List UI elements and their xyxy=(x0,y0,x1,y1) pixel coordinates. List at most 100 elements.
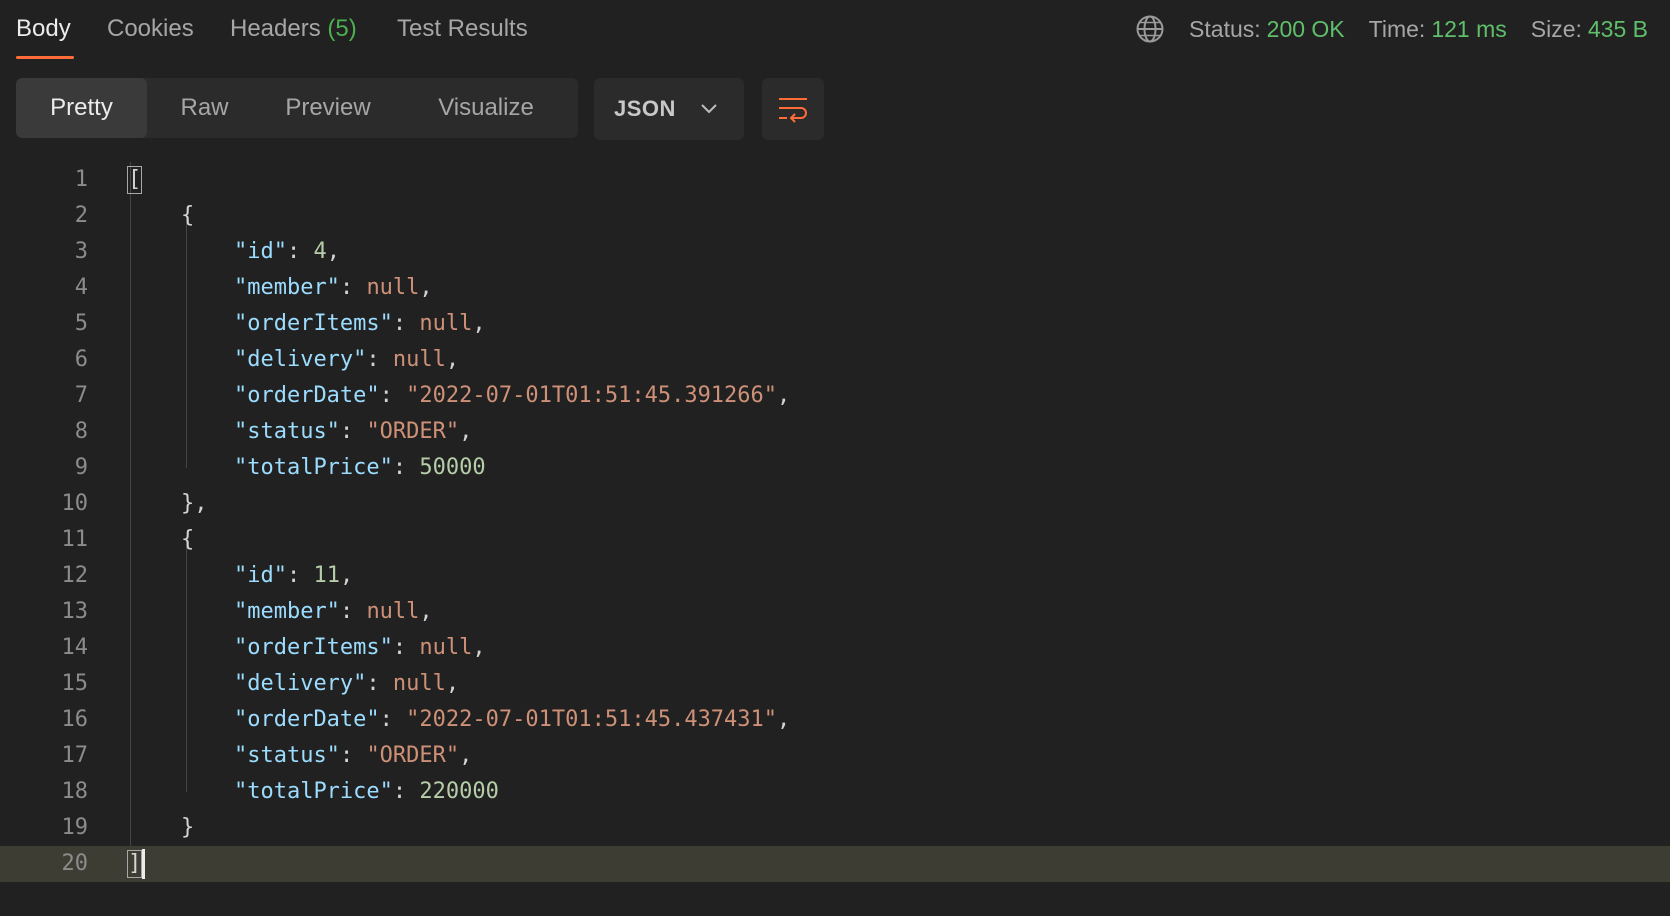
code-token: , xyxy=(339,563,354,588)
code-line[interactable]: 16 "orderDate": "2022-07-01T01:51:45.437… xyxy=(0,702,1670,738)
code-token: , xyxy=(472,311,486,336)
code-token: "delivery" xyxy=(233,671,367,696)
code-token: : xyxy=(286,239,314,264)
code-line[interactable]: 6 "delivery": null, xyxy=(0,342,1670,378)
view-mode-visualize[interactable]: Visualize xyxy=(394,78,578,138)
code-line[interactable]: 14 "orderItems": null, xyxy=(0,630,1670,666)
code-line[interactable]: 5 "orderItems": null, xyxy=(0,306,1670,342)
code-line[interactable]: 17 "status": "ORDER", xyxy=(0,738,1670,774)
code-token: , xyxy=(777,707,791,732)
view-mode-preview[interactable]: Preview xyxy=(262,78,394,138)
code-token: null xyxy=(366,599,420,624)
view-mode-pretty[interactable]: Pretty xyxy=(16,78,147,138)
line-number: 17 xyxy=(61,743,89,768)
tab-test-results[interactable]: Test Results xyxy=(397,14,528,44)
line-number: 8 xyxy=(74,419,88,444)
tab-headers-label: Headers xyxy=(230,15,321,42)
headers-count-badge: (5) xyxy=(327,15,357,42)
code-token: null xyxy=(419,311,473,336)
matched-bracket: ] xyxy=(126,850,143,878)
code-text: "status": "ORDER", xyxy=(128,738,472,774)
response-body-editor[interactable]: 1[2 {3 "id": 4, 4 "member": null, 5 "order… xyxy=(0,162,1670,882)
code-line[interactable]: 12 "id": 11, xyxy=(0,558,1670,594)
matched-bracket: [ xyxy=(126,166,143,194)
code-text: "orderItems": null, xyxy=(128,306,486,342)
code-line[interactable]: 18 "totalPrice": 220000 xyxy=(0,774,1670,810)
code-token: "id" xyxy=(233,563,287,588)
response-tabbar: Body Cookies Headers (5) Test Results St… xyxy=(0,0,1670,62)
line-number: 20 xyxy=(61,851,89,876)
tab-body[interactable]: Body xyxy=(16,14,71,44)
code-line[interactable]: 8 "status": "ORDER", xyxy=(0,414,1670,450)
code-token: : xyxy=(366,347,393,372)
code-token: "id" xyxy=(233,239,287,264)
code-line[interactable]: 19 } xyxy=(0,810,1670,846)
line-number: 5 xyxy=(74,311,88,336)
line-number: 12 xyxy=(61,563,89,588)
globe-icon[interactable] xyxy=(1135,14,1165,44)
code-token: : xyxy=(339,599,367,624)
code-text: "delivery": null, xyxy=(128,342,459,378)
code-token: "ORDER" xyxy=(366,743,460,768)
code-line[interactable]: 15 "delivery": null, xyxy=(0,666,1670,702)
tab-body-label: Body xyxy=(16,15,71,42)
status-value[interactable]: 200 OK xyxy=(1267,14,1345,44)
code-line[interactable]: 10 }, xyxy=(0,486,1670,522)
code-token: null xyxy=(419,635,473,660)
code-token: : xyxy=(392,779,420,804)
tab-headers[interactable]: Headers (5) xyxy=(230,14,357,44)
line-number: 10 xyxy=(61,491,89,516)
format-select[interactable]: JSON xyxy=(594,78,744,140)
code-line[interactable]: 7 "orderDate": "2022-07-01T01:51:45.3912… xyxy=(0,378,1670,414)
code-text: "member": null, xyxy=(128,270,433,306)
code-token: : xyxy=(286,563,314,588)
line-number: 1 xyxy=(74,167,88,192)
tab-cookies[interactable]: Cookies xyxy=(107,14,194,44)
code-text: "orderDate": "2022-07-01T01:51:45.437431… xyxy=(128,702,790,738)
code-token: , xyxy=(459,419,473,444)
code-text: }, xyxy=(128,486,208,522)
code-text: "member": null, xyxy=(128,594,433,630)
size-value[interactable]: 435 B xyxy=(1588,14,1648,44)
line-number: 11 xyxy=(61,527,89,552)
wrap-lines-button[interactable] xyxy=(762,78,824,140)
code-token: "member" xyxy=(233,599,340,624)
code-token: , xyxy=(326,239,340,264)
line-number: 13 xyxy=(61,599,89,624)
line-number: 2 xyxy=(74,203,88,228)
code-token: : xyxy=(392,635,420,660)
code-text: "orderItems": null, xyxy=(128,630,486,666)
view-mode-raw[interactable]: Raw xyxy=(147,78,262,138)
time-value[interactable]: 121 ms xyxy=(1431,14,1506,44)
code-line[interactable]: 1[ xyxy=(0,162,1670,198)
line-number: 16 xyxy=(61,707,89,732)
code-text: { xyxy=(128,522,194,558)
code-token: : xyxy=(392,311,420,336)
code-line[interactable]: 2 { xyxy=(0,198,1670,234)
code-token: "totalPrice" xyxy=(233,455,393,480)
code-token: "status" xyxy=(233,419,340,444)
code-token: null xyxy=(392,671,446,696)
line-number: 6 xyxy=(74,347,88,372)
code-token: : xyxy=(339,275,367,300)
code-line[interactable]: 13 "member": null, xyxy=(0,594,1670,630)
code-line[interactable]: 4 "member": null, xyxy=(0,270,1670,306)
line-number: 7 xyxy=(74,383,88,408)
code-token: "orderDate" xyxy=(233,707,380,732)
code-text: "totalPrice": 50000 xyxy=(128,450,486,486)
code-token: "ORDER" xyxy=(366,419,460,444)
code-line[interactable]: 11 { xyxy=(0,522,1670,558)
chevron-down-icon xyxy=(701,104,717,114)
code-text: ] xyxy=(126,846,146,882)
code-token: 220000 xyxy=(419,779,499,804)
code-line[interactable]: 20] xyxy=(0,846,1670,882)
code-line[interactable]: 3 "id": 4, xyxy=(0,234,1670,270)
code-line[interactable]: 9 "totalPrice": 50000 xyxy=(0,450,1670,486)
active-tab-indicator xyxy=(16,56,74,59)
